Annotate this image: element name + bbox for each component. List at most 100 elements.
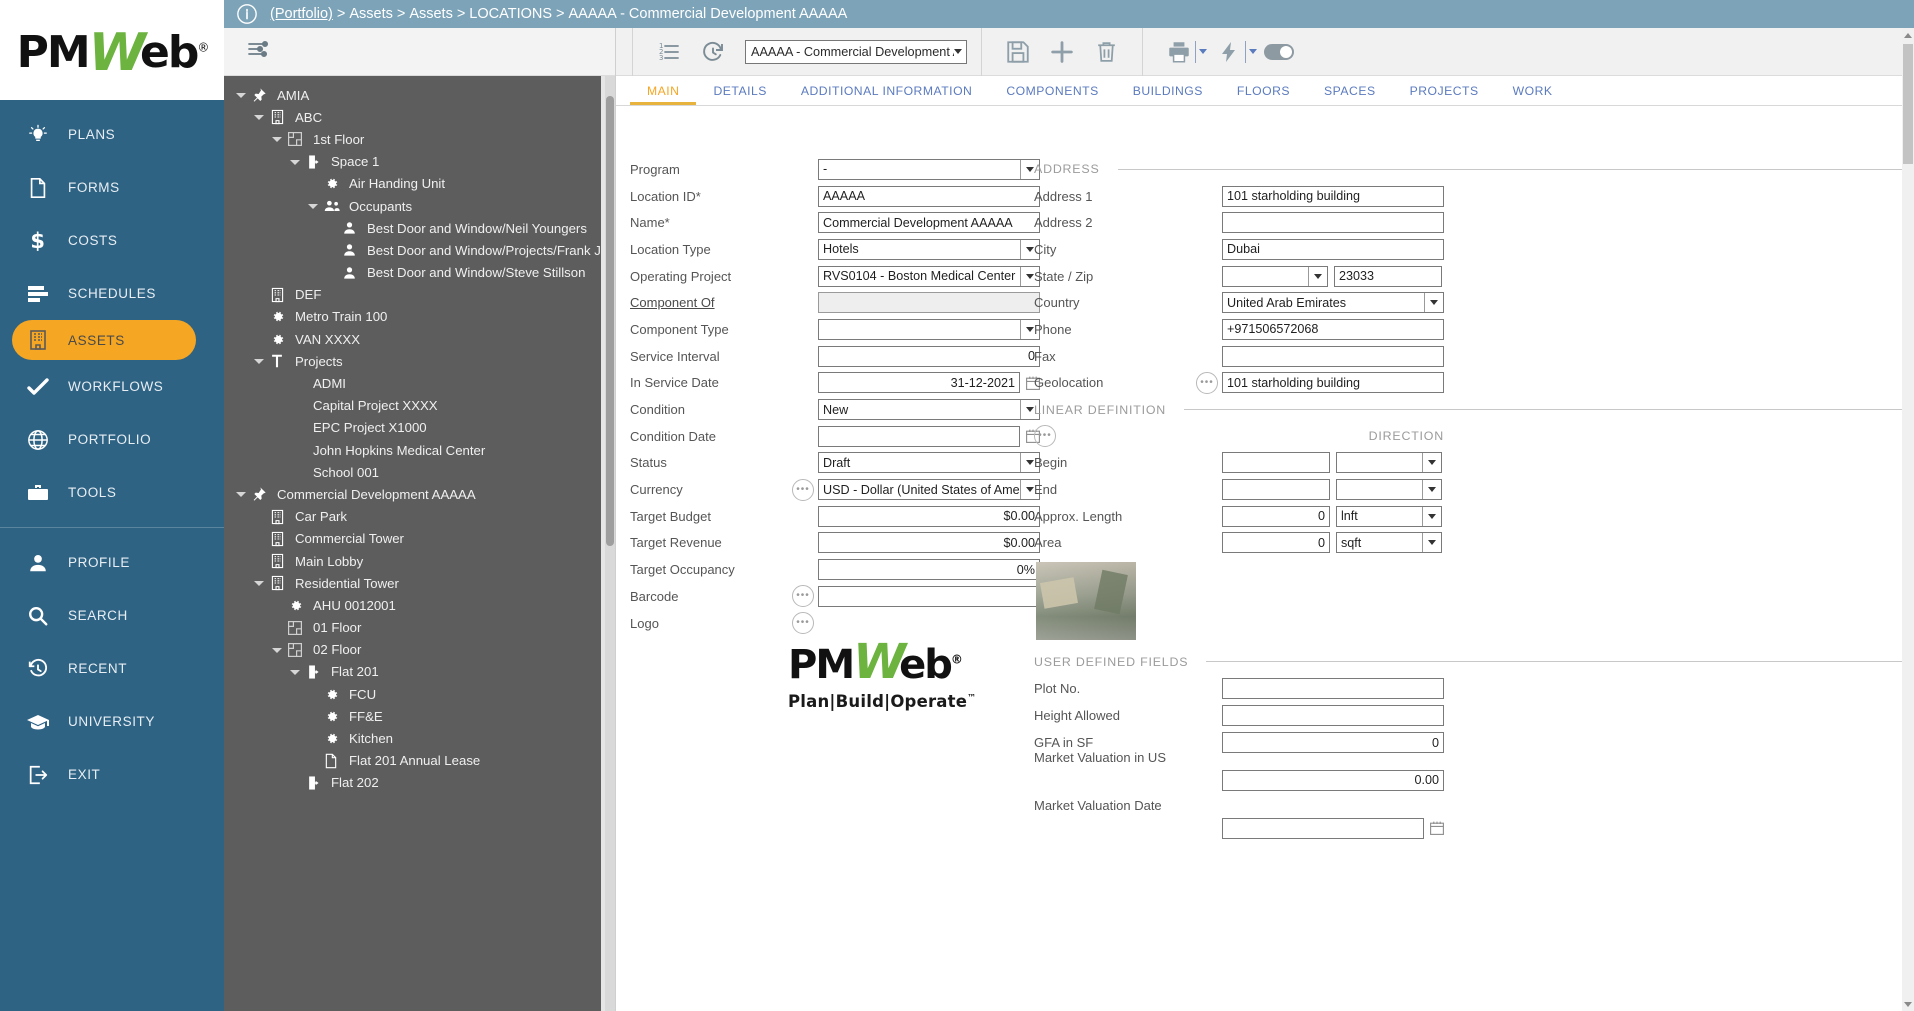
input-fax[interactable] bbox=[1222, 346, 1444, 367]
tree-node[interactable]: AMIA bbox=[224, 84, 615, 106]
input-area[interactable]: 0 bbox=[1222, 532, 1330, 553]
input-condition-date[interactable] bbox=[818, 426, 1020, 447]
tab-buildings[interactable]: BUILDINGS bbox=[1116, 84, 1220, 105]
content-scrollbar[interactable] bbox=[1902, 28, 1914, 1011]
location-thumbnail-image[interactable] bbox=[1036, 562, 1136, 640]
tree-node[interactable]: AHU 0012001 bbox=[224, 594, 615, 616]
tree-node[interactable]: DEF bbox=[224, 284, 615, 306]
tree-node[interactable]: ABC bbox=[224, 106, 615, 128]
tree-node[interactable]: Flat 201 Annual Lease bbox=[224, 750, 615, 772]
tab-work[interactable]: WORK bbox=[1496, 84, 1570, 105]
tree-node[interactable]: Metro Train 100 bbox=[224, 306, 615, 328]
dropdown-arrow-button[interactable] bbox=[1422, 453, 1441, 472]
dropdown-arrow-button[interactable] bbox=[1424, 293, 1443, 312]
field-picker-button[interactable]: ••• bbox=[788, 479, 818, 501]
content-scrollbar-thumb[interactable] bbox=[1903, 44, 1913, 164]
breadcrumb-root[interactable]: (Portfolio) bbox=[270, 6, 333, 22]
tree-node[interactable]: Projects bbox=[224, 350, 615, 372]
tree-scrollbar-thumb[interactable] bbox=[606, 96, 614, 546]
input-service-interval[interactable]: 0 bbox=[818, 346, 1040, 367]
add-button[interactable] bbox=[1040, 32, 1084, 72]
tree-node[interactable]: Best Door and Window/Neil Youngers bbox=[224, 217, 615, 239]
sidebar-item-university[interactable]: UNIVERSITY bbox=[0, 695, 224, 748]
tree-expand-caret[interactable] bbox=[288, 669, 302, 675]
input-approx-length[interactable]: 0 bbox=[1222, 506, 1330, 527]
breadcrumb-part-3[interactable]: LOCATIONS bbox=[469, 6, 552, 22]
sidebar-item-profile[interactable]: PROFILE bbox=[0, 536, 224, 589]
scroll-up-button[interactable] bbox=[1902, 28, 1914, 42]
save-button[interactable] bbox=[996, 32, 1040, 72]
tree-node[interactable]: VAN XXXX bbox=[224, 328, 615, 350]
select-program[interactable]: - bbox=[818, 159, 1040, 180]
input-plot-no-[interactable] bbox=[1222, 678, 1444, 699]
actions-dropdown[interactable] bbox=[1245, 41, 1257, 63]
select-unit-approx-length[interactable]: lnft bbox=[1336, 506, 1442, 527]
tree-node[interactable]: ADMI bbox=[224, 372, 615, 394]
sidebar-item-recent[interactable]: RECENT bbox=[0, 642, 224, 695]
select-location-type[interactable]: Hotels bbox=[818, 239, 1040, 260]
sidebar-item-forms[interactable]: FORMS bbox=[0, 161, 224, 214]
input-location-id-[interactable]: AAAAA bbox=[818, 186, 1040, 207]
select-component-type[interactable] bbox=[818, 319, 1040, 340]
select-state[interactable] bbox=[1222, 266, 1328, 287]
tree-node[interactable]: Capital Project XXXX bbox=[224, 395, 615, 417]
input-in-service-date[interactable]: 31-12-2021 bbox=[818, 372, 1020, 393]
input-address-2[interactable] bbox=[1222, 212, 1444, 233]
tree-node[interactable]: Flat 201 bbox=[224, 661, 615, 683]
tree-node[interactable]: 1st Floor bbox=[224, 128, 615, 150]
input-target-revenue[interactable]: $0.00 bbox=[818, 532, 1040, 553]
scroll-down-button[interactable] bbox=[1902, 997, 1914, 1011]
tree-node[interactable]: Main Lobby bbox=[224, 550, 615, 572]
tree-node[interactable]: Flat 202 bbox=[224, 772, 615, 794]
record-select[interactable]: AAAAA - Commercial Development A bbox=[745, 40, 967, 64]
tree-expand-caret[interactable] bbox=[288, 159, 302, 165]
tab-projects[interactable]: PROJECTS bbox=[1393, 84, 1496, 105]
tree-node[interactable]: Residential Tower bbox=[224, 572, 615, 594]
tree-expand-caret[interactable] bbox=[252, 114, 266, 120]
tree-node[interactable]: Occupants bbox=[224, 195, 615, 217]
numbered-list-icon[interactable]: 123 bbox=[647, 32, 691, 72]
tree-scroll-area[interactable]: AMIAABC1st FloorSpace 1Air Handing UnitO… bbox=[224, 76, 615, 1011]
filter-settings-icon[interactable] bbox=[246, 37, 270, 66]
breadcrumb-part-1[interactable]: Assets bbox=[349, 6, 393, 22]
tree-node[interactable]: Air Handing Unit bbox=[224, 173, 615, 195]
sidebar-item-assets[interactable]: ASSETS bbox=[12, 320, 196, 360]
tree-node[interactable]: FCU bbox=[224, 683, 615, 705]
select-currency[interactable]: USD - Dollar (United States of Ameri bbox=[818, 479, 1040, 500]
sidebar-item-plans[interactable]: PLANS bbox=[0, 108, 224, 161]
tree-expand-caret[interactable] bbox=[306, 203, 320, 209]
sidebar-item-schedules[interactable]: SCHEDULES bbox=[0, 267, 224, 320]
tab-spaces[interactable]: SPACES bbox=[1307, 84, 1393, 105]
field-picker-button[interactable]: ••• bbox=[788, 585, 818, 607]
select-unit-area[interactable]: sqft bbox=[1336, 532, 1442, 553]
input-target-occupancy[interactable]: 0% bbox=[818, 559, 1040, 580]
tree-expand-caret[interactable] bbox=[270, 647, 284, 653]
select-status[interactable]: Draft bbox=[818, 452, 1040, 473]
tab-components[interactable]: COMPONENTS bbox=[989, 84, 1115, 105]
select-direction-end[interactable] bbox=[1336, 479, 1442, 500]
tree-scrollbar[interactable] bbox=[605, 76, 615, 1011]
input-begin[interactable] bbox=[1222, 452, 1330, 473]
tree-expand-caret[interactable] bbox=[234, 92, 248, 98]
tree-expand-caret[interactable] bbox=[252, 580, 266, 586]
sidebar-item-exit[interactable]: EXIT bbox=[0, 748, 224, 801]
sidebar-item-workflows[interactable]: WORKFLOWS bbox=[0, 360, 224, 413]
history-icon[interactable] bbox=[691, 32, 735, 72]
tree-node[interactable]: EPC Project X1000 bbox=[224, 417, 615, 439]
input-end[interactable] bbox=[1222, 479, 1330, 500]
input-height-allowed[interactable] bbox=[1222, 705, 1444, 726]
tree-node[interactable]: 01 Floor bbox=[224, 617, 615, 639]
info-icon[interactable] bbox=[236, 3, 258, 25]
tree-expand-caret[interactable] bbox=[270, 136, 284, 142]
input-address-1[interactable]: 101 starholding building bbox=[1222, 186, 1444, 207]
input-phone[interactable]: +971506572068 bbox=[1222, 319, 1444, 340]
toggle-switch-icon[interactable] bbox=[1257, 32, 1301, 72]
dropdown-arrow-button[interactable] bbox=[1422, 533, 1441, 552]
field-picker-button[interactable]: ••• bbox=[788, 612, 818, 634]
input-city[interactable]: Dubai bbox=[1222, 239, 1444, 260]
tree-node[interactable]: Best Door and Window/Projects/Frank Jone… bbox=[224, 239, 615, 261]
tree-node[interactable]: 02 Floor bbox=[224, 639, 615, 661]
dropdown-arrow-button[interactable] bbox=[1422, 480, 1441, 499]
input-geolocation[interactable]: 101 starholding building bbox=[1222, 372, 1444, 393]
input-market-valuation-date[interactable] bbox=[1222, 818, 1424, 839]
